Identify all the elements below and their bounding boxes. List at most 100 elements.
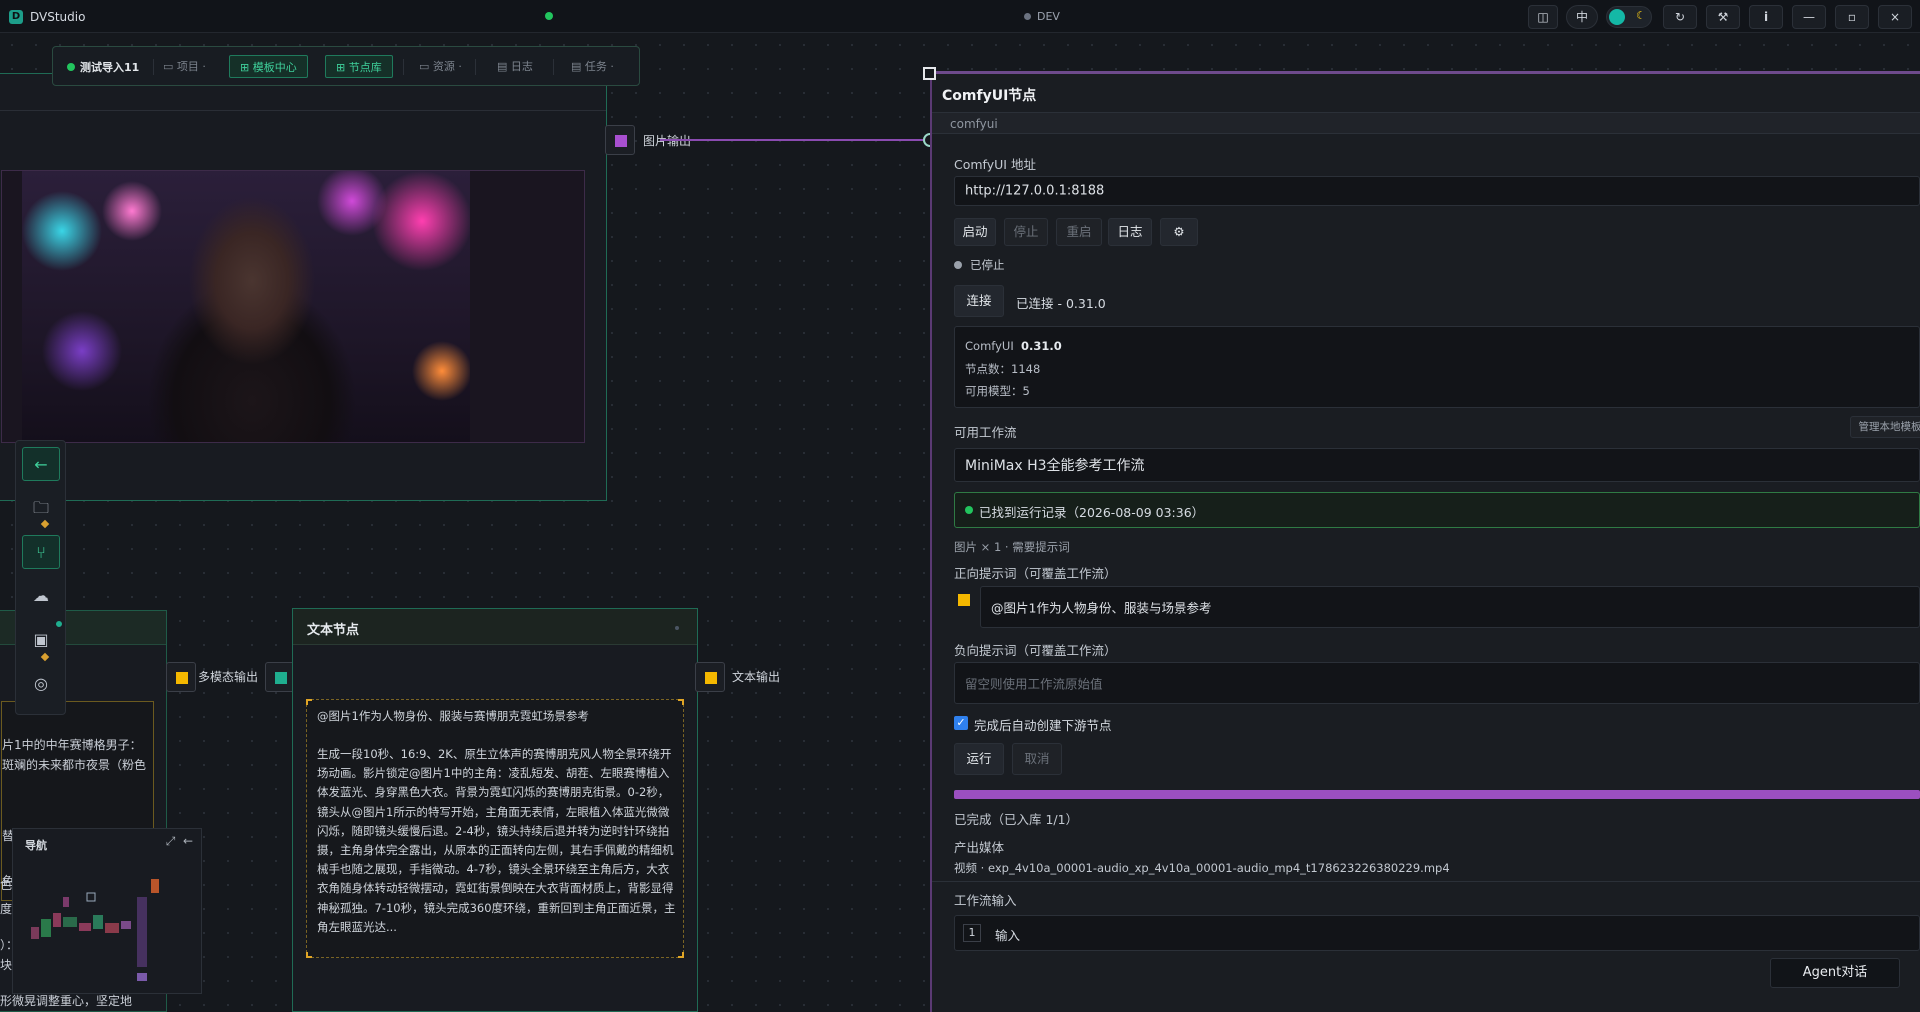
theme-toggle[interactable]: ☾ xyxy=(1606,6,1652,28)
minimap-block xyxy=(151,879,159,893)
minimap-block xyxy=(121,921,131,929)
manage-templates-button[interactable]: 管理本地模板 xyxy=(1850,416,1920,438)
project-name[interactable]: 测试导入11 xyxy=(80,59,139,75)
upload-button[interactable]: ☁ xyxy=(22,579,60,613)
minimap-block xyxy=(137,897,147,967)
image-output-port[interactable] xyxy=(605,125,635,155)
info-model-count: 可用模型：5 xyxy=(965,384,1030,398)
minimap-block xyxy=(53,913,61,927)
language-button[interactable]: 中 xyxy=(1566,5,1598,29)
positive-prompt-label: 正向提示词（可覆盖工作流） xyxy=(954,566,1117,581)
tools-button[interactable]: ⚒ xyxy=(1706,5,1740,29)
close-button[interactable]: × xyxy=(1878,5,1912,29)
arrow-left-icon: ← xyxy=(34,455,48,474)
corner-marker xyxy=(306,952,312,958)
run-done-text: 已完成（已入库 1/1） xyxy=(954,812,1079,827)
workflow-select[interactable]: MiniMax H3全能参考工作流 xyxy=(954,448,1920,482)
minimize-button[interactable]: — xyxy=(1792,5,1826,29)
grid-icon: ⊞ xyxy=(336,61,349,74)
info-version: ComfyUI 0.31.0 xyxy=(965,339,1062,353)
maximize-icon: ▫ xyxy=(1847,10,1857,24)
connection-edge[interactable] xyxy=(660,139,930,141)
panel-subtitle-bar: comfyui xyxy=(932,112,1920,134)
tab-label: 资源 xyxy=(432,60,455,73)
info-button[interactable]: i xyxy=(1749,5,1783,29)
maximize-button[interactable]: ▫ xyxy=(1835,5,1869,29)
text-node[interactable]: 文本节点 @图片1作为人物身份、服装与赛博朋克霓虹场景参考 生成一段10秒、16… xyxy=(292,608,698,1012)
tab-tasks[interactable]: ▤ 任务 · xyxy=(571,55,614,78)
side-toolbar: ← 🗀 ⑂ ☁ ▣ ◎ xyxy=(15,440,66,715)
workflow-button[interactable]: ⑂ xyxy=(22,535,60,569)
tab-label: 项目 xyxy=(176,60,199,73)
minimize-icon: — xyxy=(1803,10,1815,24)
minimap-block xyxy=(63,917,77,927)
branch-icon: ⑂ xyxy=(36,543,46,562)
tab-logs[interactable]: ▤ 日志 xyxy=(497,55,533,78)
minimap-block xyxy=(137,973,147,981)
collapse-button[interactable]: ← xyxy=(22,447,60,481)
address-value: http://127.0.0.1:8188 xyxy=(965,183,1105,199)
text-output-label: 文本输出 xyxy=(732,670,781,684)
minimap-block xyxy=(41,919,51,937)
multimodal-input-port[interactable] xyxy=(166,662,196,692)
expand-icon[interactable]: ⤢ xyxy=(166,834,176,848)
terminal-button[interactable]: ▣ xyxy=(22,623,60,657)
tab-label: 日志 xyxy=(510,60,533,73)
target-button[interactable]: ◎ xyxy=(22,667,60,701)
layout-toggle-button[interactable]: ◫ xyxy=(1528,5,1558,29)
auto-create-checkbox[interactable]: ✓ xyxy=(954,716,968,730)
run-button[interactable]: 运行 xyxy=(954,743,1004,775)
positive-prompt-input[interactable]: @图片1作为人物身份、服装与场景参考 xyxy=(980,586,1920,628)
image-preview[interactable] xyxy=(22,171,470,442)
cancel-button[interactable]: 取消 xyxy=(1012,743,1062,775)
arrow-left-icon[interactable]: ← xyxy=(183,834,193,848)
folder-icon: ▭ xyxy=(163,60,177,73)
connect-button[interactable]: 连接 xyxy=(954,285,1004,317)
refresh-button[interactable]: ↻ xyxy=(1663,5,1697,29)
image-node[interactable] xyxy=(0,73,607,501)
agent-chat-button[interactable]: Agent对话 xyxy=(1770,958,1900,988)
text-content-box[interactable]: @图片1作为人物身份、服装与赛博朋克霓虹场景参考 生成一段10秒、16:9、2K… xyxy=(306,699,684,958)
navigator-controls: ⤢ ← xyxy=(166,834,193,849)
panel-icon: ◫ xyxy=(1537,10,1549,24)
panel-subtitle: comfyui xyxy=(950,117,998,131)
start-button[interactable]: 启动 xyxy=(954,218,996,246)
tab-template-center[interactable]: ⊞ 模板中心 xyxy=(229,55,308,78)
minimap-canvas[interactable] xyxy=(21,857,196,987)
log-button[interactable]: 日志 xyxy=(1108,218,1152,246)
negative-prompt-placeholder: 留空则使用工作流原始值 xyxy=(965,676,1103,692)
workflow-input-row[interactable]: 1 输入 xyxy=(954,915,1920,951)
comfyui-info-box: ComfyUI 0.31.0 节点数：1148 可用模型：5 xyxy=(954,326,1920,408)
files-button[interactable]: 🗀 xyxy=(22,491,60,525)
env-label: DEV xyxy=(1037,10,1060,23)
workflow-input-label: 工作流输入 xyxy=(954,893,1017,908)
panel-resize-handle[interactable] xyxy=(923,67,936,80)
tools-icon: ⚒ xyxy=(1717,10,1729,24)
address-input[interactable]: http://127.0.0.1:8188 xyxy=(954,176,1920,206)
settings-button[interactable]: ⚙ xyxy=(1160,218,1198,246)
run-record-text: 已找到运行记录（2026-08-09 03:36） xyxy=(979,505,1205,520)
output-media-label: 产出媒体 xyxy=(954,840,1005,855)
multimodal-output-port[interactable] xyxy=(265,662,295,692)
negative-prompt-input[interactable]: 留空则使用工作流原始值 xyxy=(954,662,1920,704)
tab-resources[interactable]: ▭ 资源 · xyxy=(419,55,462,78)
text-line: 斑斓的未来都市夜景（粉色 xyxy=(2,758,147,772)
title-bar: D DVStudio DEV ◫ 中 ☾ ↻ ⚒ i — ▫ × xyxy=(0,0,1920,33)
text-line: 色 xyxy=(0,878,13,892)
service-status: 已停止 xyxy=(970,258,1005,272)
info-version-value: 0.31.0 xyxy=(1021,339,1062,353)
stop-button[interactable]: 停止 xyxy=(1004,218,1048,246)
toggle-knob xyxy=(1609,9,1625,25)
input-index: 1 xyxy=(963,924,981,942)
output-media-value[interactable]: 视频 · exp_4v10a_00001-audio_xp_4v10a_0000… xyxy=(954,860,1450,876)
navigator-minimap[interactable]: 导航 ⤢ ← xyxy=(12,828,202,994)
info-node-count: 节点数：1148 xyxy=(965,362,1041,376)
toolbar-divider xyxy=(403,59,404,75)
tab-projects[interactable]: ▭ 项目 · xyxy=(163,55,206,78)
node-menu-dot[interactable] xyxy=(675,626,679,630)
address-label: ComfyUI 地址 xyxy=(954,157,1036,172)
tab-node-library[interactable]: ⊞ 节点库 xyxy=(325,55,393,78)
multimodal-output-label: 多模态输出 xyxy=(198,670,259,684)
text-output-port[interactable] xyxy=(695,662,725,692)
restart-button[interactable]: 重启 xyxy=(1056,218,1102,246)
